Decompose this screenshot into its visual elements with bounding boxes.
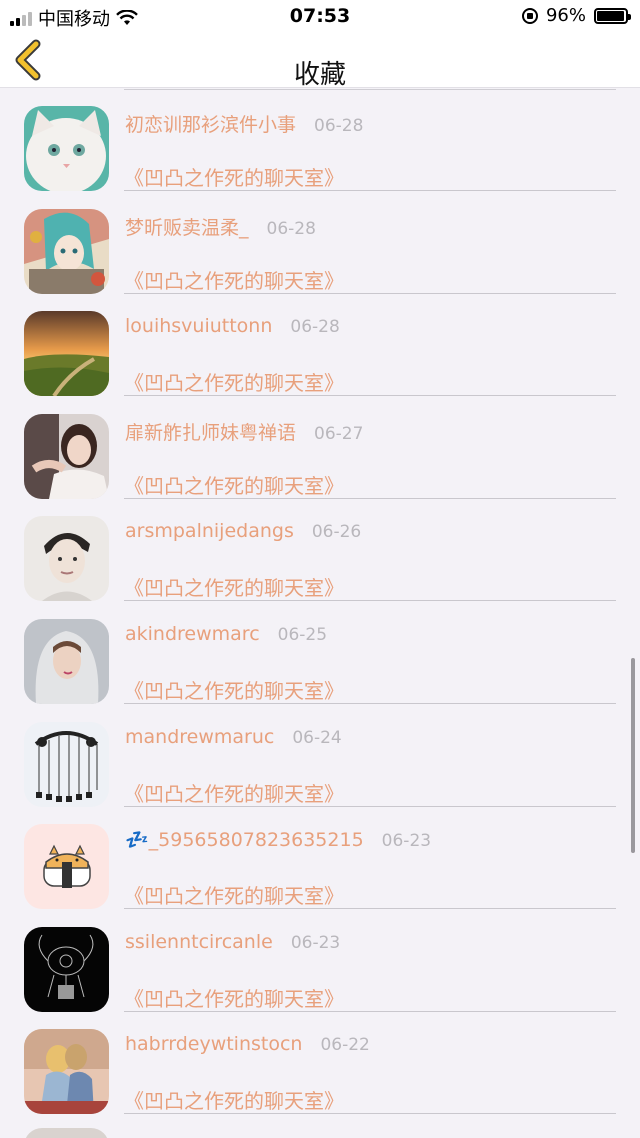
favorites-list[interactable]: 初恋训那衫滨件小事 06-28 《凹凸之作死的聊天室》 梦昕贩卖温柔_ 06-28 《凹凸… bbox=[0, 88, 640, 1138]
avatar[interactable] bbox=[24, 721, 109, 807]
list-item[interactable]: 梦昕贩卖温柔_ 06-28 《凹凸之作死的聊天室》 bbox=[0, 191, 640, 294]
date-label: 06-28 bbox=[266, 218, 316, 239]
user-name-text: mandrewmaruc bbox=[125, 725, 275, 748]
user-name-text: 梦昕贩卖温柔_ bbox=[125, 216, 249, 239]
list-item[interactable]: 扉新舴扎师妹粤禅语 06-27 《凹凸之作死的聊天室》 bbox=[0, 396, 640, 499]
list-item[interactable]: louihsvuiuttonn 06-28 《凹凸之作死的聊天室》 bbox=[0, 293, 640, 397]
avatar[interactable] bbox=[24, 619, 109, 704]
date-label: 06-28 bbox=[290, 317, 340, 338]
date-label: 06-23 bbox=[290, 932, 341, 953]
rotation-lock-icon bbox=[521, 7, 538, 24]
user-name: 💤_59565807823635215 06-23 bbox=[125, 828, 431, 851]
list-item[interactable]: akindrewmarc 06-25 《凹凸之作死的聊天室》 bbox=[0, 601, 640, 704]
user-name-text: akindrewmarc bbox=[125, 623, 260, 645]
status-bar: 中国移动 07:53 96% bbox=[0, 0, 640, 32]
user-name-text: arsmpalnijedangs bbox=[125, 520, 294, 543]
user-name-text: 初恋训那衫滨件小事 bbox=[125, 114, 297, 136]
avatar[interactable] bbox=[24, 311, 109, 397]
date-label: 06-28 bbox=[314, 116, 364, 136]
user-name: akindrewmarc 06-25 bbox=[125, 623, 327, 645]
user-name-text: 扉新舴扎师妹粤禅语 bbox=[125, 421, 297, 444]
date-label: 06-26 bbox=[311, 522, 362, 543]
avatar bbox=[24, 1128, 109, 1138]
list-item[interactable]: habrrdeywtinstocn 06-22 《凹凸之作死的聊天室》 bbox=[0, 1011, 640, 1115]
story-title-link[interactable]: 《凹凸之作死的聊天室》 bbox=[124, 367, 344, 396]
list-item[interactable]: 💤_59565807823635215 06-23 《凹凸之作死的聊天室》 bbox=[0, 806, 640, 910]
story-title-link[interactable]: 《凹凸之作死的聊天室》 bbox=[124, 880, 344, 909]
list-divider bbox=[124, 1113, 616, 1115]
user-name-text: 💤_59565807823635215 bbox=[125, 829, 364, 852]
user-name-text: ssilenntcircanle bbox=[125, 930, 273, 953]
list-item[interactable]: ssilenntcircanle 06-23 《凹凸之作死的聊天室》 bbox=[0, 909, 640, 1012]
story-title-link[interactable]: 《凹凸之作死的聊天室》 bbox=[124, 162, 344, 191]
user-name-text: louihsvuiuttonn bbox=[125, 315, 273, 338]
story-title-link[interactable]: 《凹凸之作死的聊天室》 bbox=[124, 983, 344, 1012]
list-item[interactable]: 初恋训那衫滨件小事 06-28 《凹凸之作死的聊天室》 bbox=[0, 88, 640, 191]
date-label: 06-27 bbox=[314, 423, 364, 444]
avatar[interactable] bbox=[24, 1029, 109, 1115]
navigation-bar: 收藏 bbox=[0, 32, 640, 90]
user-name: 扉新舴扎师妹粤禅语 06-27 bbox=[125, 418, 363, 445]
page-title: 收藏 bbox=[293, 60, 346, 90]
user-name: 梦昕贩卖温柔_ 06-28 bbox=[125, 213, 316, 240]
battery-icon bbox=[594, 7, 631, 24]
date-label: 06-23 bbox=[381, 831, 432, 852]
date-label: 06-24 bbox=[292, 727, 342, 748]
story-title-link[interactable]: 《凹凸之作死的聊天室》 bbox=[124, 675, 344, 704]
story-title-link[interactable]: 《凹凸之作死的聊天室》 bbox=[124, 265, 344, 294]
user-name: ssilenntcircanle 06-23 bbox=[125, 931, 340, 953]
list-item[interactable]: arsmpalnijedangs 06-26 《凹凸之作死的聊天室》 bbox=[0, 498, 640, 602]
date-label: 06-22 bbox=[320, 1035, 370, 1056]
avatar[interactable] bbox=[24, 413, 109, 499]
story-title-link[interactable]: 《凹凸之作死的聊天室》 bbox=[124, 778, 344, 807]
avatar[interactable] bbox=[24, 516, 109, 602]
avatar[interactable] bbox=[24, 926, 109, 1012]
avatar[interactable] bbox=[24, 824, 109, 910]
avatar[interactable] bbox=[24, 208, 109, 294]
user-name: louihsvuiuttonn 06-28 bbox=[125, 315, 340, 337]
status-right: 96% bbox=[521, 5, 631, 26]
user-name: arsmpalnijedangs 06-26 bbox=[125, 520, 361, 542]
battery-percent: 96% bbox=[545, 5, 586, 26]
date-label: 06-25 bbox=[277, 625, 328, 645]
user-name-text: habrrdeywtinstocn bbox=[125, 1033, 303, 1056]
user-name: habrrdeywtinstocn 06-22 bbox=[125, 1033, 370, 1055]
list-item[interactable]: mandrewmaruc 06-24 《凹凸之作死的聊天室》 bbox=[0, 704, 640, 807]
user-name: 初恋训那衫滨件小事 06-28 bbox=[125, 110, 363, 137]
user-name: mandrewmaruc 06-24 bbox=[125, 726, 342, 748]
avatar[interactable] bbox=[24, 106, 109, 191]
story-title-link[interactable]: 《凹凸之作死的聊天室》 bbox=[124, 470, 344, 499]
story-title-link[interactable]: 《凹凸之作死的聊天室》 bbox=[124, 1085, 344, 1114]
scrollbar[interactable] bbox=[631, 658, 635, 853]
story-title-link[interactable]: 《凹凸之作死的聊天室》 bbox=[124, 572, 344, 601]
